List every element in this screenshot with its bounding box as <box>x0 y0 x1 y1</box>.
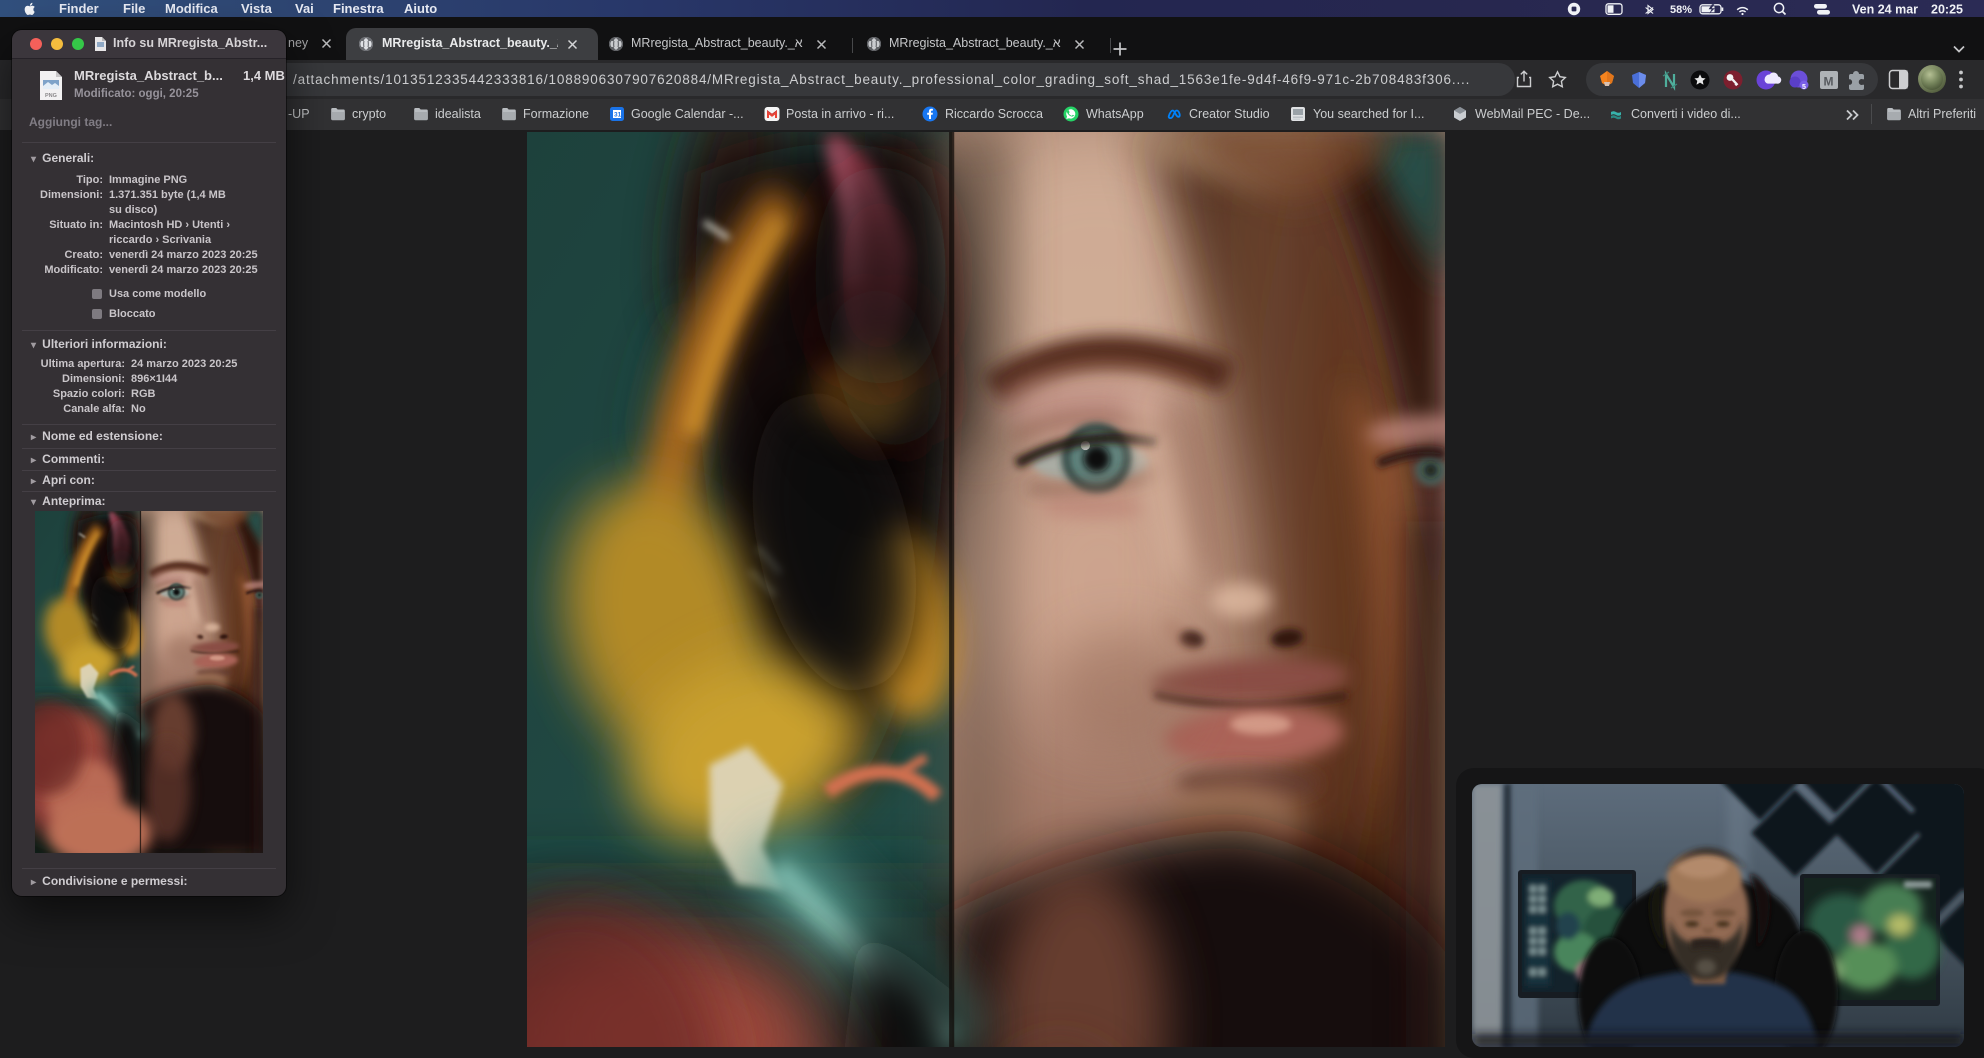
svg-text:PNG: PNG <box>45 93 57 99</box>
svg-text:31: 31 <box>614 112 622 119</box>
svg-text:58%: 58% <box>1670 4 1692 16</box>
svg-text:20:25: 20:25 <box>1931 3 1963 17</box>
svg-text:Ven 24 mar: Ven 24 mar <box>1852 3 1918 17</box>
svg-text:M: M <box>1824 75 1834 89</box>
svg-text:5: 5 <box>1802 84 1806 91</box>
